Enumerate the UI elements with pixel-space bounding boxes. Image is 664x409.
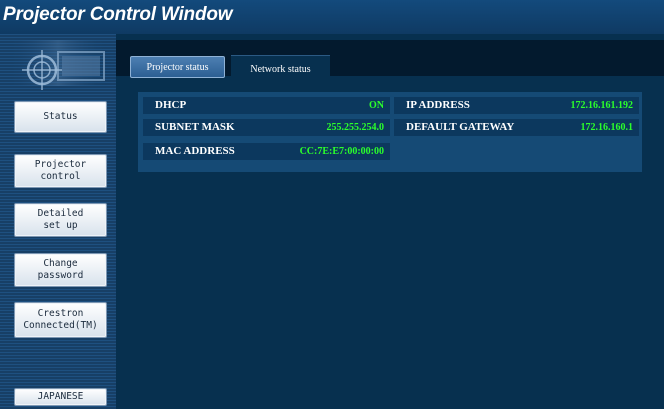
status-button-label: Status xyxy=(43,111,78,122)
japanese-button-label: JAPANESE xyxy=(37,391,84,402)
window-title: Projector Control Window xyxy=(3,4,233,25)
projector-control-button-label: Projector control xyxy=(34,159,87,182)
dhcp-row: DHCP ON xyxy=(143,97,390,114)
title-bar: Projector Control Window xyxy=(0,0,664,34)
logo-graphic xyxy=(10,40,106,90)
change-password-button-label: Change password xyxy=(37,258,84,281)
tab-network-status[interactable]: Network status xyxy=(231,55,330,82)
mac-address-row: MAC ADDRESS CC:7E:E7:00:00:00 xyxy=(143,143,390,160)
default-gateway-row: DEFAULT GATEWAY 172.16.160.1 xyxy=(394,119,639,136)
crestron-connected-button[interactable]: Crestron Connected(TM) xyxy=(14,302,107,338)
default-gateway-label: DEFAULT GATEWAY xyxy=(406,121,515,133)
subnet-mask-label: SUBNET MASK xyxy=(155,121,235,133)
detailed-set-up-button[interactable]: Detailed set up xyxy=(14,203,107,237)
crestron-connected-button-label: Crestron Connected(TM) xyxy=(23,308,98,331)
tab-projector-status[interactable]: Projector status xyxy=(130,56,225,78)
subnet-mask-value: 255.255.254.0 xyxy=(326,122,385,133)
main-content: Projector status Network status DHCP ON … xyxy=(116,34,664,409)
ip-address-label: IP ADDRESS xyxy=(406,99,470,111)
mac-address-value: CC:7E:E7:00:00:00 xyxy=(299,146,384,157)
default-gateway-value: 172.16.160.1 xyxy=(580,122,634,133)
sidebar: Status Projector control Detailed set up… xyxy=(0,34,116,409)
dhcp-value: ON xyxy=(369,100,384,111)
projector-crosshair-logo-icon xyxy=(0,34,116,94)
dhcp-label: DHCP xyxy=(155,99,187,111)
mac-address-label: MAC ADDRESS xyxy=(155,145,235,157)
japanese-button[interactable]: JAPANESE xyxy=(14,388,107,406)
status-button[interactable]: Status xyxy=(14,101,107,133)
ip-address-value: 172.16.161.192 xyxy=(570,100,634,111)
network-status-panel: DHCP ON IP ADDRESS 172.16.161.192 SUBNET… xyxy=(138,92,642,172)
tab-strip: Projector status Network status xyxy=(116,40,664,82)
ip-address-row: IP ADDRESS 172.16.161.192 xyxy=(394,97,639,114)
tab-projector-status-label: Projector status xyxy=(146,61,209,73)
subnet-mask-row: SUBNET MASK 255.255.254.0 xyxy=(143,119,390,136)
projector-control-button[interactable]: Projector control xyxy=(14,154,107,188)
change-password-button[interactable]: Change password xyxy=(14,253,107,287)
tab-network-status-label: Network status xyxy=(250,63,311,75)
detailed-set-up-button-label: Detailed set up xyxy=(37,208,84,231)
